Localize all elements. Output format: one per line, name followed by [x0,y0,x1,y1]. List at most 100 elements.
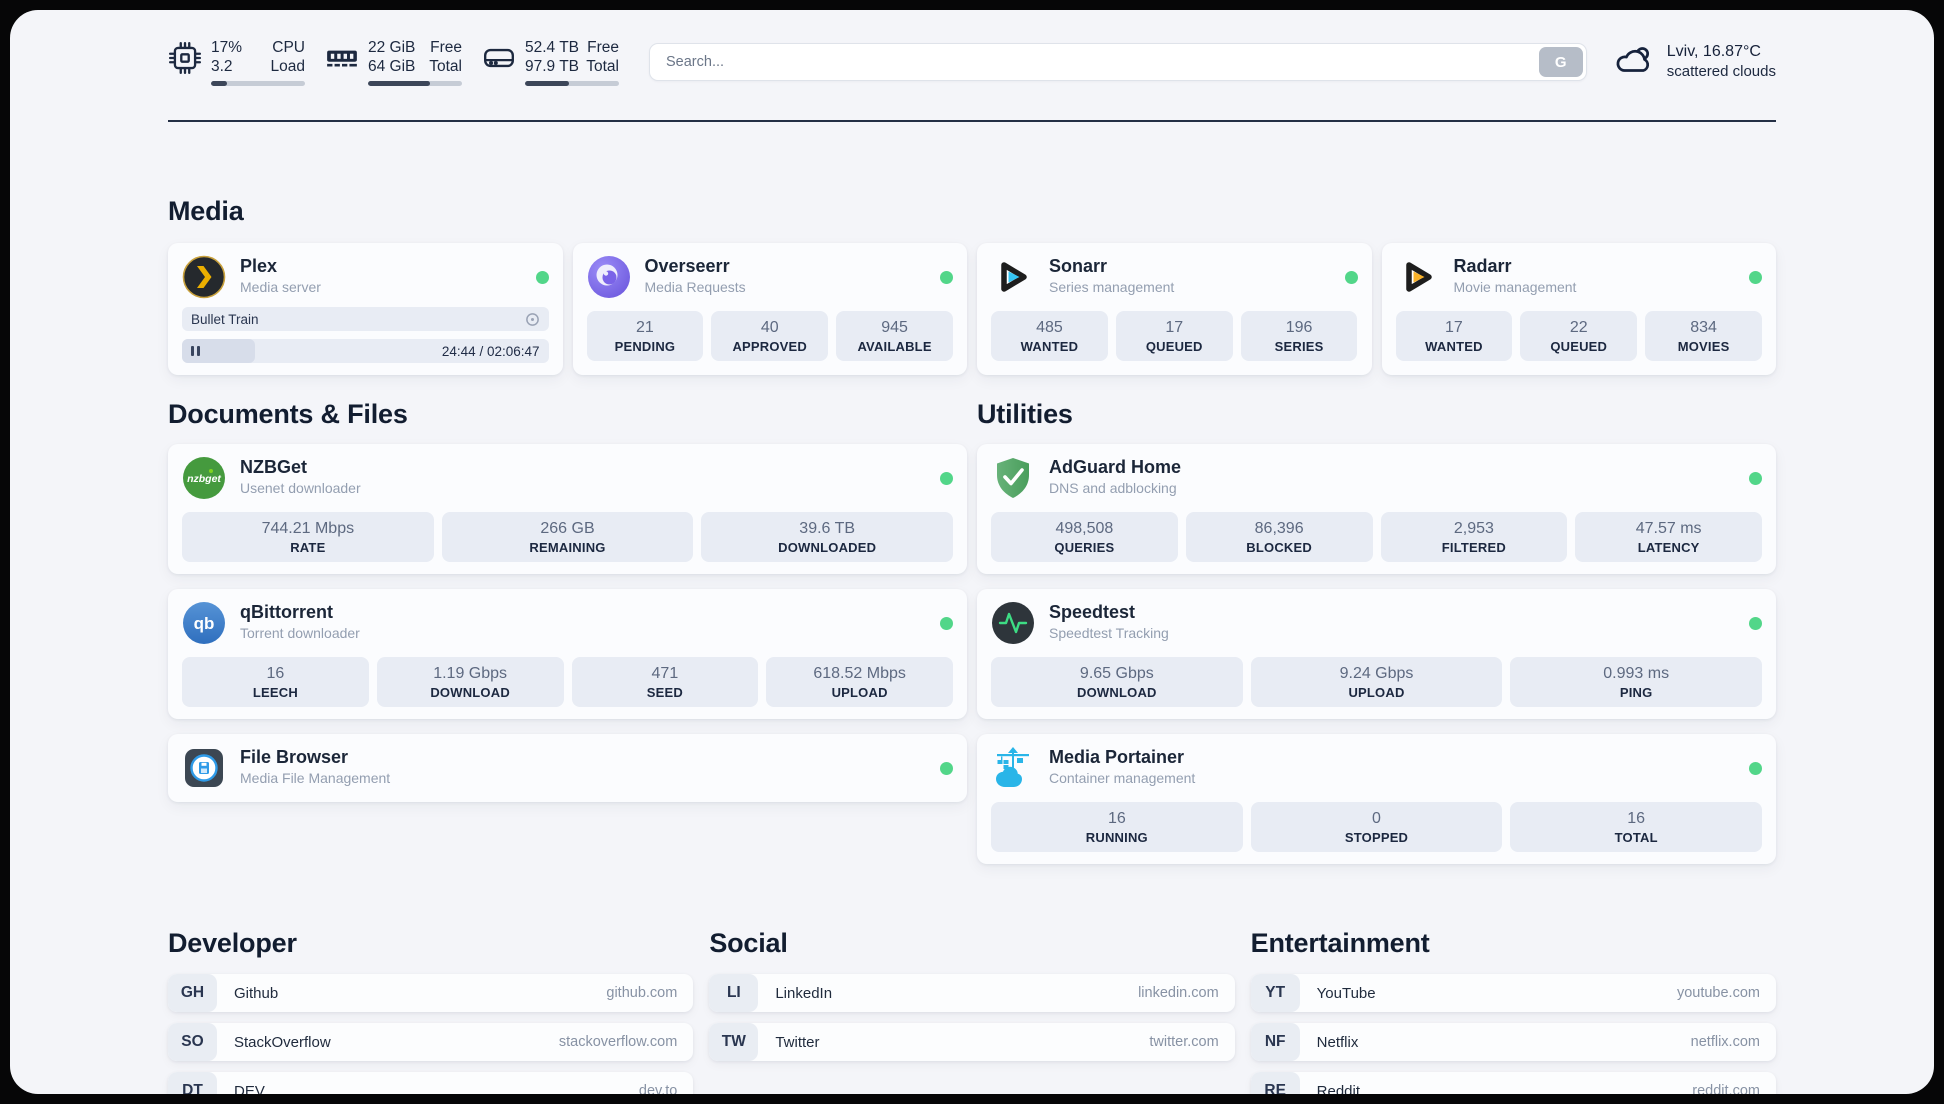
developer-column: Developer GH Github github.com SO StackO… [168,928,694,1094]
pause-icon[interactable] [191,346,200,356]
app-card-qbittorrent[interactable]: qb qBittorrent Torrent downloader 16 LEEC… [168,589,967,719]
nzbget-icon: nzbget [182,456,226,500]
cloud-icon [1613,41,1655,84]
stat-tile: 834 MOVIES [1645,311,1762,361]
app-card-plex[interactable]: Plex Media server Bullet Train 24:44 / 0… [168,243,563,375]
section-title-developer: Developer [168,928,297,958]
status-dot [940,471,953,485]
disk-progress-fill [525,81,570,86]
cpu-value-1: 17% [211,39,243,56]
app-card-sonarr[interactable]: Sonarr Series management 485 WANTED 17 QUE… [977,243,1372,375]
app-card-adguard[interactable]: AdGuard Home DNS and adblocking 498,508 Q… [977,444,1776,574]
utilities-column: Utilities AdGuard Home DNS and adblockin… [977,399,1776,864]
memory-stat-widget: 22 GiB 64 GiB Free Total [325,38,462,86]
stat-tile: 21 PENDING [586,311,704,361]
link-badge: DT [168,1072,217,1094]
search-engine-button[interactable]: G [1538,47,1583,77]
link-row-dev[interactable]: DT DEV dev.to [168,1072,694,1094]
app-card-portainer[interactable]: Media Portainer Container management 16 R… [977,734,1776,864]
stat-tile: 40 APPROVED [711,311,829,361]
app-card-radarr[interactable]: Radarr Movie management 17 WANTED 22 QUEUE… [1381,243,1776,375]
weather-widget: Lviv, 16.87°C scattered clouds [1613,41,1776,84]
stat-tile: 16 TOTAL [1510,802,1763,852]
link-row-linkedin[interactable]: LI LinkedIn linkedin.com [709,974,1235,1012]
app-desc: Series management [1049,279,1175,295]
stat-tile: 9.24 Gbps UPLOAD [1250,657,1503,707]
link-url: github.com [606,985,678,1001]
stat-tile: 0 STOPPED [1250,802,1503,852]
playback-seek-bar[interactable]: 24:44 / 02:06:47 [182,339,549,363]
app-name: Sonarr [1049,256,1108,276]
stat-tile: 22 QUEUED [1520,311,1638,361]
app-card-overseerr[interactable]: Overseerr Media Requests 21 PENDING 40 APP… [572,243,967,375]
cpu-label-1: CPU [272,39,305,56]
link-url: stackoverflow.com [558,1034,678,1050]
stat-tile: 744.21 Mbps RATE [182,512,434,562]
system-stats: 17% 3.2 CPU Load 22 GiB 64 GiB Free Tota… [168,38,619,86]
entertainment-column: Entertainment YT YouTube youtube.com NF … [1250,928,1776,1094]
cpu-value-2: 3.2 [211,58,233,75]
section-title-social: Social [709,928,788,958]
link-name: YouTube [1316,984,1376,1002]
status-dot [1749,270,1762,284]
app-name: Plex [240,256,278,276]
link-badge: SO [168,1023,217,1061]
link-name: StackOverflow [234,1033,331,1051]
status-dot [535,270,549,284]
link-badge: LI [709,974,759,1012]
link-url: twitter.com [1149,1034,1219,1050]
app-desc: Usenet downloader [240,480,361,496]
memory-value-1: 22 GiB [368,39,416,56]
app-desc: DNS and adblocking [1049,480,1177,496]
stat-tile: 471 SEED [571,657,759,707]
disk-stat-widget: 52.4 TB 97.9 TB Free Total [482,38,619,86]
link-row-stackoverflow[interactable]: SO StackOverflow stackoverflow.com [168,1023,694,1061]
media-cards-row: Plex Media server Bullet Train 24:44 / 0… [168,243,1776,375]
app-name: Media Portainer [1049,747,1185,767]
weather-condition: scattered clouds [1666,63,1776,80]
link-name: Github [234,984,279,1002]
app-card-nzbget[interactable]: nzbget NZBGet Usenet downloader 744.21 M… [168,444,967,574]
link-row-youtube[interactable]: YT YouTube youtube.com [1250,974,1776,1012]
now-playing-row[interactable]: Bullet Train [182,307,549,331]
memory-label-2: Total [429,58,462,75]
app-card-speedtest[interactable]: Speedtest Speedtest Tracking 9.65 Gbps DO… [977,589,1776,719]
link-badge: RE [1250,1072,1300,1094]
stat-tile: 485 WANTED [991,311,1108,361]
cpu-stat-widget: 17% 3.2 CPU Load [168,38,305,86]
status-dot [1749,471,1762,485]
status-dot [940,616,953,630]
link-url: netflix.com [1690,1034,1760,1050]
status-dot [1749,616,1762,630]
stat-tile: 498,508 QUERIES [991,512,1178,562]
stat-tile: 0.993 ms PING [1510,657,1763,707]
cpu-label-2: Load [270,58,305,75]
stat-tile: 2,953 FILTERED [1380,512,1568,562]
cpu-icon [168,41,202,80]
link-url: reddit.com [1692,1083,1760,1094]
memory-progress-fill [368,81,431,86]
link-row-twitter[interactable]: TW Twitter twitter.com [709,1023,1235,1061]
app-desc: Speedtest Tracking [1049,625,1169,641]
status-dot [1344,270,1358,284]
link-badge: TW [709,1023,759,1061]
link-badge: GH [168,974,217,1012]
app-desc: Torrent downloader [240,625,360,641]
section-title-entertainment: Entertainment [1250,928,1430,958]
app-desc: Container management [1049,770,1196,786]
disk-label-2: Total [586,58,619,75]
app-name: Radarr [1453,256,1512,276]
app-card-filebrowser[interactable]: File Browser Media File Management [168,734,967,802]
link-row-github[interactable]: GH Github github.com [168,974,694,1012]
app-desc: Media File Management [240,770,391,786]
section-title-media: Media [168,196,244,226]
status-dot [940,270,953,284]
plex-icon [182,255,226,299]
radarr-icon [1396,255,1440,299]
link-row-netflix[interactable]: NF Netflix netflix.com [1250,1023,1776,1061]
cpu-progress-bar [211,81,305,86]
link-row-reddit[interactable]: RE Reddit reddit.com [1250,1072,1776,1094]
search-input[interactable] [649,43,1587,81]
app-name: Speedtest [1049,602,1136,622]
now-playing-target-icon[interactable] [525,312,540,327]
